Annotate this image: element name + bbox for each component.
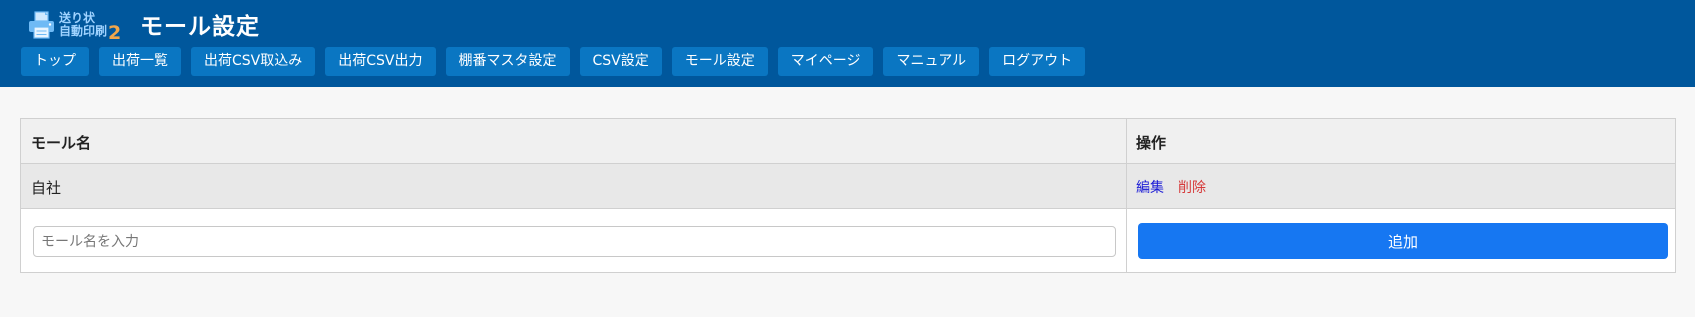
mall-table: モール名 操作 自社 編集削除 追加 <box>20 118 1676 273</box>
logo-text: 送り状 自動印刷 <box>59 12 107 38</box>
edit-link[interactable]: 編集 <box>1136 180 1164 196</box>
column-divider <box>1126 164 1127 208</box>
add-mall-row: 追加 <box>21 209 1675 272</box>
nav-shipment-list-button[interactable]: 出荷一覧 <box>99 47 181 76</box>
mall-name-input[interactable] <box>33 226 1116 257</box>
nav-mall-settings-button[interactable]: モール設定 <box>671 47 768 76</box>
nav-logout-button[interactable]: ログアウト <box>989 47 1086 76</box>
delete-link[interactable]: 削除 <box>1178 180 1206 196</box>
add-button[interactable]: 追加 <box>1138 223 1668 259</box>
column-divider <box>1126 119 1127 163</box>
nav-shipment-csv-export-button[interactable]: 出荷CSV出力 <box>325 47 436 76</box>
app-header: 送り状 自動印刷 2 モール設定 トップ 出荷一覧 出荷CSV取込み 出荷CSV… <box>0 0 1695 87</box>
page-title: モール設定 <box>140 14 260 40</box>
main-nav: トップ 出荷一覧 出荷CSV取込み 出荷CSV出力 棚番マスタ設定 CSV設定 … <box>21 47 1095 76</box>
app-logo[interactable]: 送り状 自動印刷 2 <box>27 8 122 44</box>
column-header-actions: 操作 <box>1136 134 1167 152</box>
nav-top-button[interactable]: トップ <box>21 47 89 76</box>
nav-shipment-csv-import-button[interactable]: 出荷CSV取込み <box>191 47 316 76</box>
nav-csv-settings-button[interactable]: CSV設定 <box>579 47 662 76</box>
table-row: 自社 編集 削除 <box>21 164 1675 209</box>
column-header-mall-name: モール名 <box>31 134 92 152</box>
nav-mypage-button[interactable]: マイページ <box>777 47 874 76</box>
column-divider <box>1126 209 1127 272</box>
logo-number: 2 <box>108 22 122 44</box>
printer-icon <box>29 11 54 39</box>
nav-shelf-master-button[interactable]: 棚番マスタ設定 <box>445 47 570 76</box>
row-actions: 編集 削除 <box>1136 177 1206 197</box>
nav-manual-button[interactable]: マニュアル <box>883 47 980 76</box>
mall-name-cell: 自社 <box>31 179 62 197</box>
table-header-row: モール名 操作 <box>21 119 1675 164</box>
logo-line-2: 自動印刷 <box>59 24 108 38</box>
